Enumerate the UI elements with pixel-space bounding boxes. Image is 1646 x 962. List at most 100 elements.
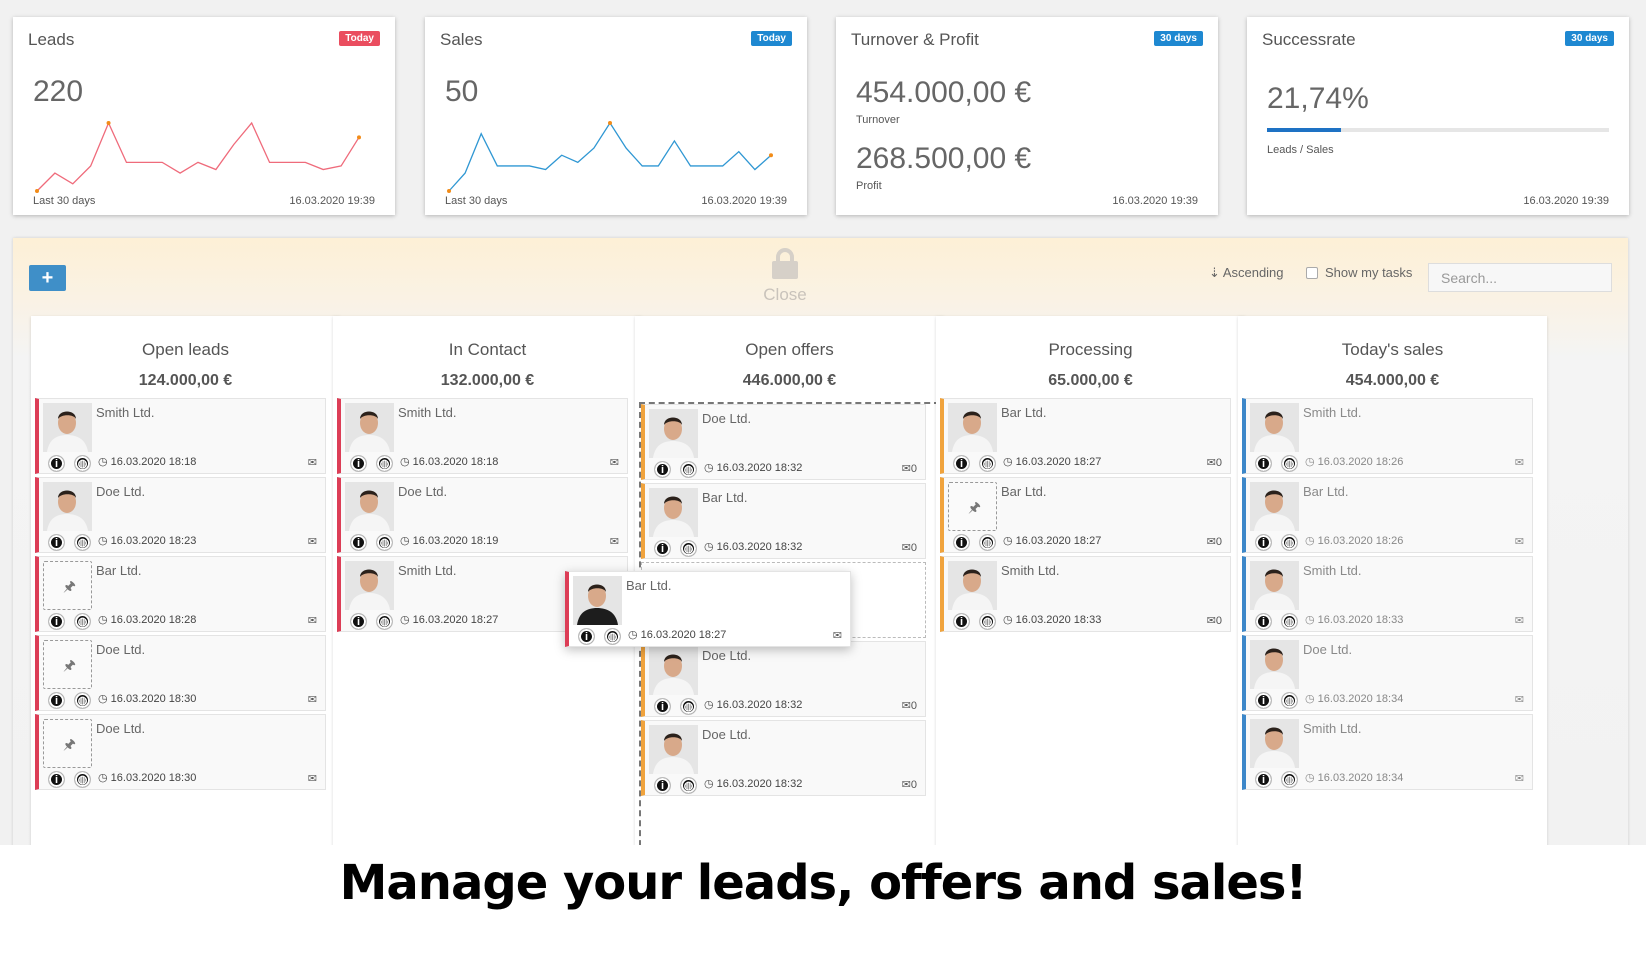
globe-icon[interactable]: ◍ [1281, 534, 1298, 551]
mail-indicator[interactable]: ✉ [1515, 693, 1524, 706]
info-icon[interactable]: i [1255, 613, 1272, 630]
info-icon[interactable]: i [48, 534, 65, 551]
mail-indicator[interactable]: ✉ [308, 456, 317, 469]
info-icon[interactable]: i [654, 777, 671, 794]
mail-indicator[interactable]: ✉0 [1207, 456, 1222, 469]
globe-icon[interactable]: ◍ [680, 461, 697, 478]
mail-indicator[interactable]: ✉ [610, 456, 619, 469]
deal-card[interactable]: Smith Ltd. i ◍ ◷ 16.03.2020 18:33 ✉0 [940, 556, 1231, 632]
column-sum: 454.000,00 € [1345, 372, 1440, 389]
deal-card[interactable]: 🖈 Bar Ltd. i ◍ ◷ 16.03.2020 18:28 ✉ [35, 556, 326, 632]
mail-indicator[interactable]: ✉0 [1207, 614, 1222, 627]
info-icon[interactable]: i [48, 613, 65, 630]
globe-icon[interactable]: ◍ [74, 534, 91, 551]
globe-icon[interactable]: ◍ [1281, 692, 1298, 709]
mail-count: 0 [910, 779, 917, 791]
turnover-title: Turnover & Profit [851, 30, 979, 49]
globe-icon[interactable]: ◍ [376, 455, 393, 472]
mail-indicator[interactable]: ✉ [1515, 456, 1524, 469]
mail-indicator[interactable]: ✉0 [902, 462, 917, 475]
globe-icon[interactable]: ◍ [680, 777, 697, 794]
globe-icon[interactable]: ◍ [680, 540, 697, 557]
info-icon[interactable]: i [953, 613, 970, 630]
add-button[interactable]: + [29, 265, 66, 291]
mail-indicator[interactable]: ✉ [610, 535, 619, 548]
mail-indicator[interactable]: ✉ [308, 614, 317, 627]
globe-icon[interactable]: ◍ [979, 455, 996, 472]
info-icon[interactable]: i [1255, 692, 1272, 709]
deal-card[interactable]: Bar Ltd. i ◍ ◷ 16.03.2020 18:32 ✉0 [641, 483, 926, 559]
mail-indicator[interactable]: ✉ [308, 772, 317, 785]
card-timestamp: ◷ 16.03.2020 18:33 [1003, 613, 1101, 626]
info-icon[interactable]: i [953, 534, 970, 551]
search-input[interactable] [1428, 263, 1612, 292]
mail-indicator[interactable]: ✉ [308, 693, 317, 706]
deal-card[interactable]: Doe Ltd. i ◍ ◷ 16.03.2020 18:32 ✉0 [641, 720, 926, 796]
info-icon[interactable]: i [578, 628, 595, 645]
globe-icon[interactable]: ◍ [74, 455, 91, 472]
lock-toggle[interactable]: Close [745, 248, 825, 305]
info-icon[interactable]: i [48, 771, 65, 788]
pipeline-column: Processing 65.000,00 € Bar Ltd. i ◍ ◷ 16.03.2… [936, 316, 1245, 845]
show-my-tasks-checkbox[interactable] [1306, 266, 1318, 279]
sort-toggle[interactable]: ⇣ Ascending [1209, 265, 1284, 281]
pin-icon: 🖈 [63, 736, 76, 752]
globe-icon[interactable]: ◍ [1281, 455, 1298, 472]
mail-indicator[interactable]: ✉0 [902, 778, 917, 791]
envelope-icon: ✉ [307, 536, 317, 548]
deal-card[interactable]: Smith Ltd. i ◍ ◷ 16.03.2020 18:18 ✉ [35, 398, 326, 474]
globe-icon[interactable]: ◍ [680, 698, 697, 715]
mail-indicator[interactable]: ✉ [1515, 535, 1524, 548]
show-my-tasks[interactable]: Show my tasks [1306, 265, 1412, 280]
globe-icon[interactable]: ◍ [376, 613, 393, 630]
deal-card[interactable]: Doe Ltd. i ◍ ◷ 16.03.2020 18:32 ✉0 [641, 404, 926, 480]
info-icon[interactable]: i [350, 534, 367, 551]
mail-indicator[interactable]: ✉ [1515, 614, 1524, 627]
info-icon[interactable]: i [350, 613, 367, 630]
deal-card[interactable]: 🖈 Bar Ltd. i ◍ ◷ 16.03.2020 18:27 ✉0 [940, 477, 1231, 553]
card-time: 16.03.2020 18:23 [110, 535, 197, 547]
mail-indicator[interactable]: ✉0 [1207, 535, 1222, 548]
info-icon[interactable]: i [350, 455, 367, 472]
globe-icon[interactable]: ◍ [1281, 613, 1298, 630]
marketing-caption: Manage your leads, offers and sales! [339, 855, 1308, 911]
mail-indicator[interactable]: ✉ [1515, 772, 1524, 785]
deal-card[interactable]: Smith Ltd. i ◍ ◷ 16.03.2020 18:26 ✉ [1242, 398, 1533, 474]
deal-card[interactable]: Smith Ltd. i ◍ ◷ 16.03.2020 18:33 ✉ [1242, 556, 1533, 632]
deal-card[interactable]: Bar Ltd. i ◍ ◷ 16.03.2020 18:26 ✉ [1242, 477, 1533, 553]
info-icon[interactable]: i [1255, 455, 1272, 472]
mail-indicator[interactable]: ✉0 [902, 699, 917, 712]
info-icon[interactable]: i [654, 540, 671, 557]
globe-icon[interactable]: ◍ [376, 534, 393, 551]
globe-icon[interactable]: ◍ [979, 534, 996, 551]
info-icon[interactable]: i [1255, 771, 1272, 788]
deal-card[interactable]: 🖈 Doe Ltd. i ◍ ◷ 16.03.2020 18:30 ✉ [35, 714, 326, 790]
deal-card[interactable]: Doe Ltd. i ◍ ◷ 16.03.2020 18:32 ✉0 [641, 641, 926, 717]
globe-icon[interactable]: ◍ [74, 613, 91, 630]
dragged-deal-card[interactable]: Bar Ltd. i ◍ ◷ 16.03.2020 18:27 ✉ [565, 571, 851, 647]
mail-indicator[interactable]: ✉ [833, 629, 842, 642]
mail-indicator[interactable]: ✉ [308, 535, 317, 548]
deal-card[interactable]: Smith Ltd. i ◍ ◷ 16.03.2020 18:18 ✉ [337, 398, 628, 474]
company-name: Smith Ltd. [1303, 721, 1362, 736]
deal-card[interactable]: Doe Ltd. i ◍ ◷ 16.03.2020 18:23 ✉ [35, 477, 326, 553]
deal-card[interactable]: 🖈 Doe Ltd. i ◍ ◷ 16.03.2020 18:30 ✉ [35, 635, 326, 711]
info-icon[interactable]: i [48, 455, 65, 472]
globe-icon[interactable]: ◍ [604, 628, 621, 645]
deal-card[interactable]: Smith Ltd. i ◍ ◷ 16.03.2020 18:34 ✉ [1242, 714, 1533, 790]
info-icon[interactable]: i [953, 455, 970, 472]
avatar [345, 561, 394, 610]
info-icon[interactable]: i [48, 692, 65, 709]
deal-card[interactable]: Doe Ltd. i ◍ ◷ 16.03.2020 18:19 ✉ [337, 477, 628, 553]
globe-icon[interactable]: ◍ [74, 771, 91, 788]
avatar [345, 482, 394, 531]
info-icon[interactable]: i [1255, 534, 1272, 551]
mail-indicator[interactable]: ✉0 [902, 541, 917, 554]
deal-card[interactable]: Bar Ltd. i ◍ ◷ 16.03.2020 18:27 ✉0 [940, 398, 1231, 474]
info-icon[interactable]: i [654, 461, 671, 478]
globe-icon[interactable]: ◍ [979, 613, 996, 630]
deal-card[interactable]: Doe Ltd. i ◍ ◷ 16.03.2020 18:34 ✉ [1242, 635, 1533, 711]
globe-icon[interactable]: ◍ [74, 692, 91, 709]
info-icon[interactable]: i [654, 698, 671, 715]
globe-icon[interactable]: ◍ [1281, 771, 1298, 788]
